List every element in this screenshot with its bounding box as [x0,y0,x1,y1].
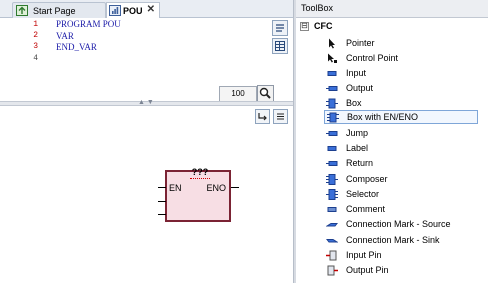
toolbox-item-comment[interactable]: Comment [326,202,480,216]
toolbox-item-jump[interactable]: Jump [326,126,480,140]
comment-icon [327,206,337,212]
toolbox-item-selector[interactable]: Selector [326,187,480,201]
output-icon [326,85,338,91]
output-pin-eno[interactable] [231,187,239,188]
toolbox-title: ToolBox [296,0,488,18]
toolbox-item-control-point[interactable]: Control Point [326,51,480,65]
toolbox-item-label: Label [346,143,369,153]
toolbox-item-output[interactable]: Output [326,81,480,95]
control-point-icon [328,53,337,63]
toolbox-item-label: Selector [346,189,380,199]
toolbox-item-input[interactable]: Input [326,66,480,80]
input-en-label: EN [169,183,182,193]
pou-editor: Start Page POU ✕ 1 2 3 4 PROGRAM POU VAR… [0,0,293,283]
toolbox-item-connection-mark-sink[interactable]: Connection Mark - Sink [326,233,480,247]
toolbox-item-box[interactable]: Box [326,96,480,110]
line-number: 4 [33,54,38,63]
splitter-arrows-icon: ▲▼ [138,99,156,106]
toolbox-item-label: Input [346,68,367,78]
connection-sink-icon [326,238,338,242]
toolbox-item-label: Connection Mark - Sink [346,235,440,245]
input-pin[interactable] [158,201,166,202]
toolbox-item-label: Input Pin [346,250,382,260]
selector-icon [326,188,338,200]
magnifier-icon [257,85,274,102]
start-page-icon [16,5,28,16]
code-line[interactable]: PROGRAM POU [56,19,121,29]
cfc-implementation-editor[interactable]: ??? EN ENO [0,106,293,283]
toolbox-item-label: Pointer [346,38,375,48]
pou-icon [109,5,121,16]
toolbox-item-label: Control Point [346,53,399,63]
toolbox-item-label: Connection Mark - Source [346,219,451,229]
line-number: 3 [33,42,38,51]
list-icon [277,113,284,120]
pointer-icon [329,38,335,48]
jump-icon [326,130,338,136]
line-number: 2 [33,31,38,40]
composer-icon [326,173,338,185]
box-icon [326,98,338,108]
label-icon [327,145,337,151]
toolbox-item-pointer[interactable]: Pointer [326,36,480,50]
toolbox-item-label: Output [346,83,374,93]
box-en-eno-icon [327,112,339,122]
toolbox-item-label: Return [346,158,374,168]
code-line[interactable]: VAR [56,31,74,41]
cfc-menu-button[interactable] [273,109,288,124]
tab-start-page-label: Start Page [33,5,76,16]
input-pin-en[interactable] [158,187,166,188]
tabular-view-icon [275,41,285,51]
function-block-name[interactable]: ??? [167,167,233,177]
toolbox-item-box-with-en-eno[interactable]: Box with EN/ENO [324,110,478,124]
collapse-icon[interactable]: ⊟ [300,22,309,31]
line-number: 1 [33,20,38,29]
input-pin-icon [326,250,337,260]
spell-error-underline [190,177,210,179]
toolbox-item-return[interactable]: Return [326,156,480,170]
execution-order-button[interactable] [255,109,270,124]
toolbox-panel: ToolBox ⊟ CFC Pointer Control Point Inpu… [296,0,488,283]
toolbox-item-label: Box [346,98,362,108]
tab-pou-label: POU [123,6,143,16]
textual-view-button[interactable] [272,20,288,36]
input-icon [327,70,337,76]
execution-order-icon [258,113,267,121]
toolbox-item-label-element[interactable]: Label [326,141,480,155]
find-button[interactable] [257,85,274,102]
input-pin[interactable] [158,214,166,215]
toolbox-item-label: Box with EN/ENO [347,112,419,122]
close-icon[interactable]: ✕ [147,4,155,15]
cfc-group-label: CFC [314,21,333,31]
toolbox-item-label: Composer [346,174,388,184]
zoom-level[interactable]: 100 [219,86,257,102]
return-icon [326,160,338,166]
output-pin-icon [327,265,338,275]
tab-pou[interactable]: POU ✕ [106,2,160,19]
tabular-view-button[interactable] [272,38,288,54]
function-block[interactable]: ??? EN ENO [165,167,233,222]
toolbox-item-composer[interactable]: Composer [326,172,480,186]
textual-view-icon [276,24,284,32]
code-line[interactable]: END_VAR [56,42,97,52]
toolbox-item-label: Jump [346,128,369,138]
toolbox-item-output-pin[interactable]: Output Pin [326,263,480,277]
connection-source-icon [326,222,338,226]
toolbox-item-label: Comment [346,204,386,214]
toolbox-item-connection-mark-source[interactable]: Connection Mark - Source [326,217,480,231]
tab-start-page[interactable]: Start Page [12,2,106,18]
declaration-editor[interactable]: 1 2 3 4 PROGRAM POU VAR END_VAR 100 [0,18,293,102]
output-eno-label: ENO [206,183,226,193]
tab-bar: Start Page POU ✕ [0,0,293,19]
toolbox-item-input-pin[interactable]: Input Pin [326,248,480,262]
line-number-gutter: 1 2 3 4 [0,18,40,101]
toolbox-item-label: Output Pin [346,265,389,275]
